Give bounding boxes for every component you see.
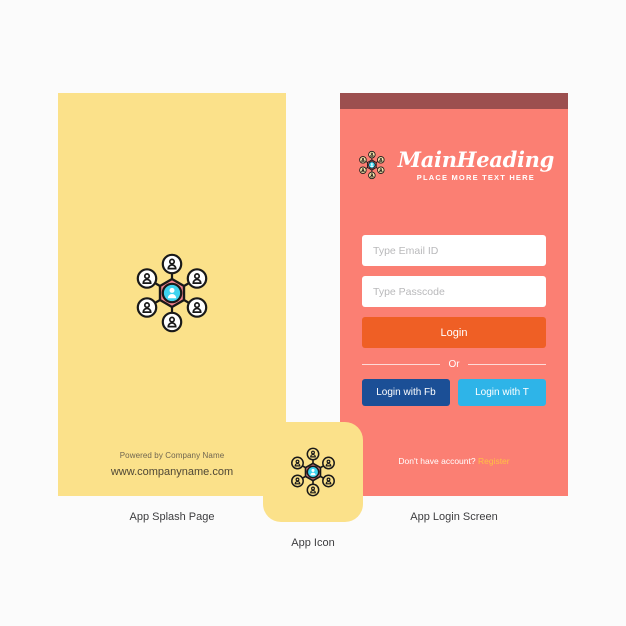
divider-line-left: [362, 364, 441, 365]
register-prompt-row: Don't have account? Register: [340, 456, 568, 466]
divider-line-right: [467, 364, 547, 365]
status-bar: [340, 93, 568, 109]
passcode-field[interactable]: [362, 276, 546, 307]
company-website-text: www.companyname.com: [110, 466, 234, 478]
header-text-group: MainHeading PLACE MORE TEXT HERE: [397, 146, 555, 182]
network-people-icon: [359, 150, 385, 180]
email-field[interactable]: [362, 235, 546, 266]
or-label: Or: [448, 359, 460, 370]
powered-by-text: Powered by Company Name: [119, 451, 225, 460]
caption-app-splash-page: App Splash Page: [129, 511, 215, 523]
register-prompt-text: Don't have account?: [398, 456, 476, 466]
app-login-panel: MainHeading PLACE MORE TEXT HERE Login O…: [340, 93, 568, 496]
page-subtitle: PLACE MORE TEXT HERE: [416, 172, 535, 182]
login-button[interactable]: Login: [362, 317, 546, 348]
splash-logo-container: [58, 243, 286, 343]
login-with-facebook-button[interactable]: Login with Fb: [362, 379, 450, 406]
network-people-icon: [136, 253, 208, 333]
login-with-twitter-button[interactable]: Login with T: [458, 379, 546, 406]
app-splash-panel: Powered by Company Name www.companyname.…: [58, 93, 286, 496]
login-form: Login Or Login with Fb Login with T: [362, 235, 547, 406]
app-icon-tile[interactable]: [263, 422, 363, 522]
social-login-row: Login with Fb Login with T: [362, 379, 546, 406]
caption-app-login-screen: App Login Screen: [410, 511, 498, 523]
login-header: MainHeading PLACE MORE TEXT HERE: [340, 145, 568, 185]
network-people-icon: [291, 447, 335, 497]
page-title: MainHeading: [397, 146, 555, 172]
register-link[interactable]: Register: [478, 456, 510, 466]
splash-footer: Powered by Company Name www.companyname.…: [58, 451, 286, 478]
or-divider: Or: [362, 359, 547, 370]
caption-app-icon: App Icon: [291, 537, 335, 549]
design-canvas: Powered by Company Name www.companyname.…: [0, 0, 626, 626]
